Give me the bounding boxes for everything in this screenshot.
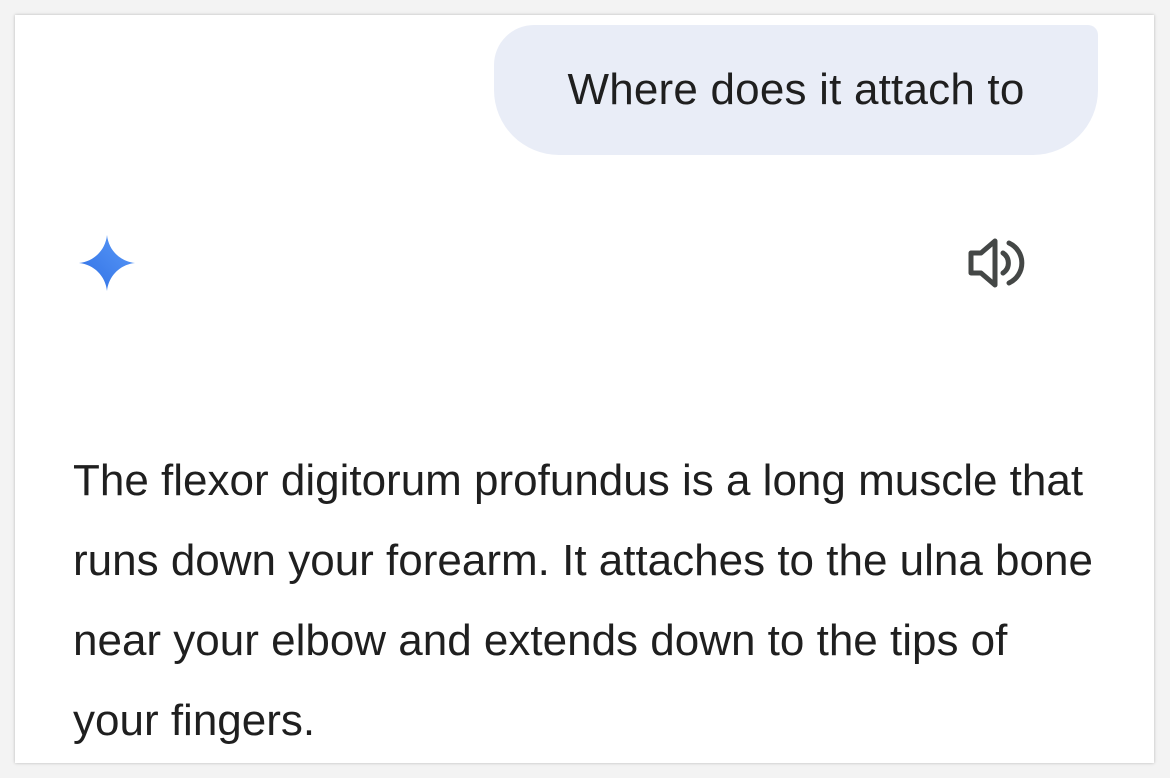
user-message-text: Where does it attach to bbox=[567, 65, 1025, 114]
assistant-response-text: The flexor digitorum profundus is a long… bbox=[73, 456, 1093, 745]
chat-card: Where does it attach to The flexor digit… bbox=[15, 15, 1154, 763]
user-message-bubble: Where does it attach to bbox=[494, 25, 1098, 155]
sparkle-icon bbox=[77, 233, 137, 293]
speaker-icon[interactable] bbox=[965, 233, 1027, 293]
